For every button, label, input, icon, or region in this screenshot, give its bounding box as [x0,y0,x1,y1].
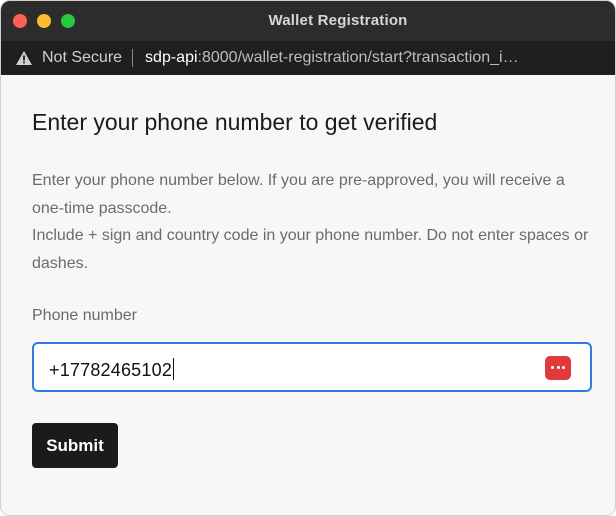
page-content: Enter your phone number to get verified … [1,75,615,515]
phone-number-value-wrap: +17782465102 [49,358,175,381]
text-cursor [173,358,175,380]
instructions-line-2: Include + sign and country code in your … [32,227,589,272]
browser-window: Wallet Registration Not Secure sdp-api:8… [0,0,616,516]
title-bar: Wallet Registration [1,1,615,41]
phone-number-value: +17782465102 [49,360,173,380]
url-host: sdp-api [145,49,198,66]
phone-number-input[interactable]: +17782465102 [32,342,592,392]
password-manager-icon[interactable] [545,356,571,380]
url-path: :8000/wallet-registration/start?transact… [197,49,519,66]
page-title: Enter your phone number to get verified [32,109,438,135]
window-title: Wallet Registration [268,12,408,29]
address-bar[interactable]: Not Secure sdp-api:8000/wallet-registrat… [1,41,615,75]
address-divider [132,49,134,67]
warning-triangle-icon[interactable] [15,50,33,66]
instructions-line-1: Enter your phone number below. If you ar… [32,172,565,217]
security-label[interactable]: Not Secure [42,49,122,67]
submit-button[interactable]: Submit [32,423,118,468]
instructions: Enter your phone number below. If you ar… [32,167,592,277]
url-text[interactable]: sdp-api:8000/wallet-registration/start?t… [145,49,519,67]
phone-number-label: Phone number [32,307,137,324]
